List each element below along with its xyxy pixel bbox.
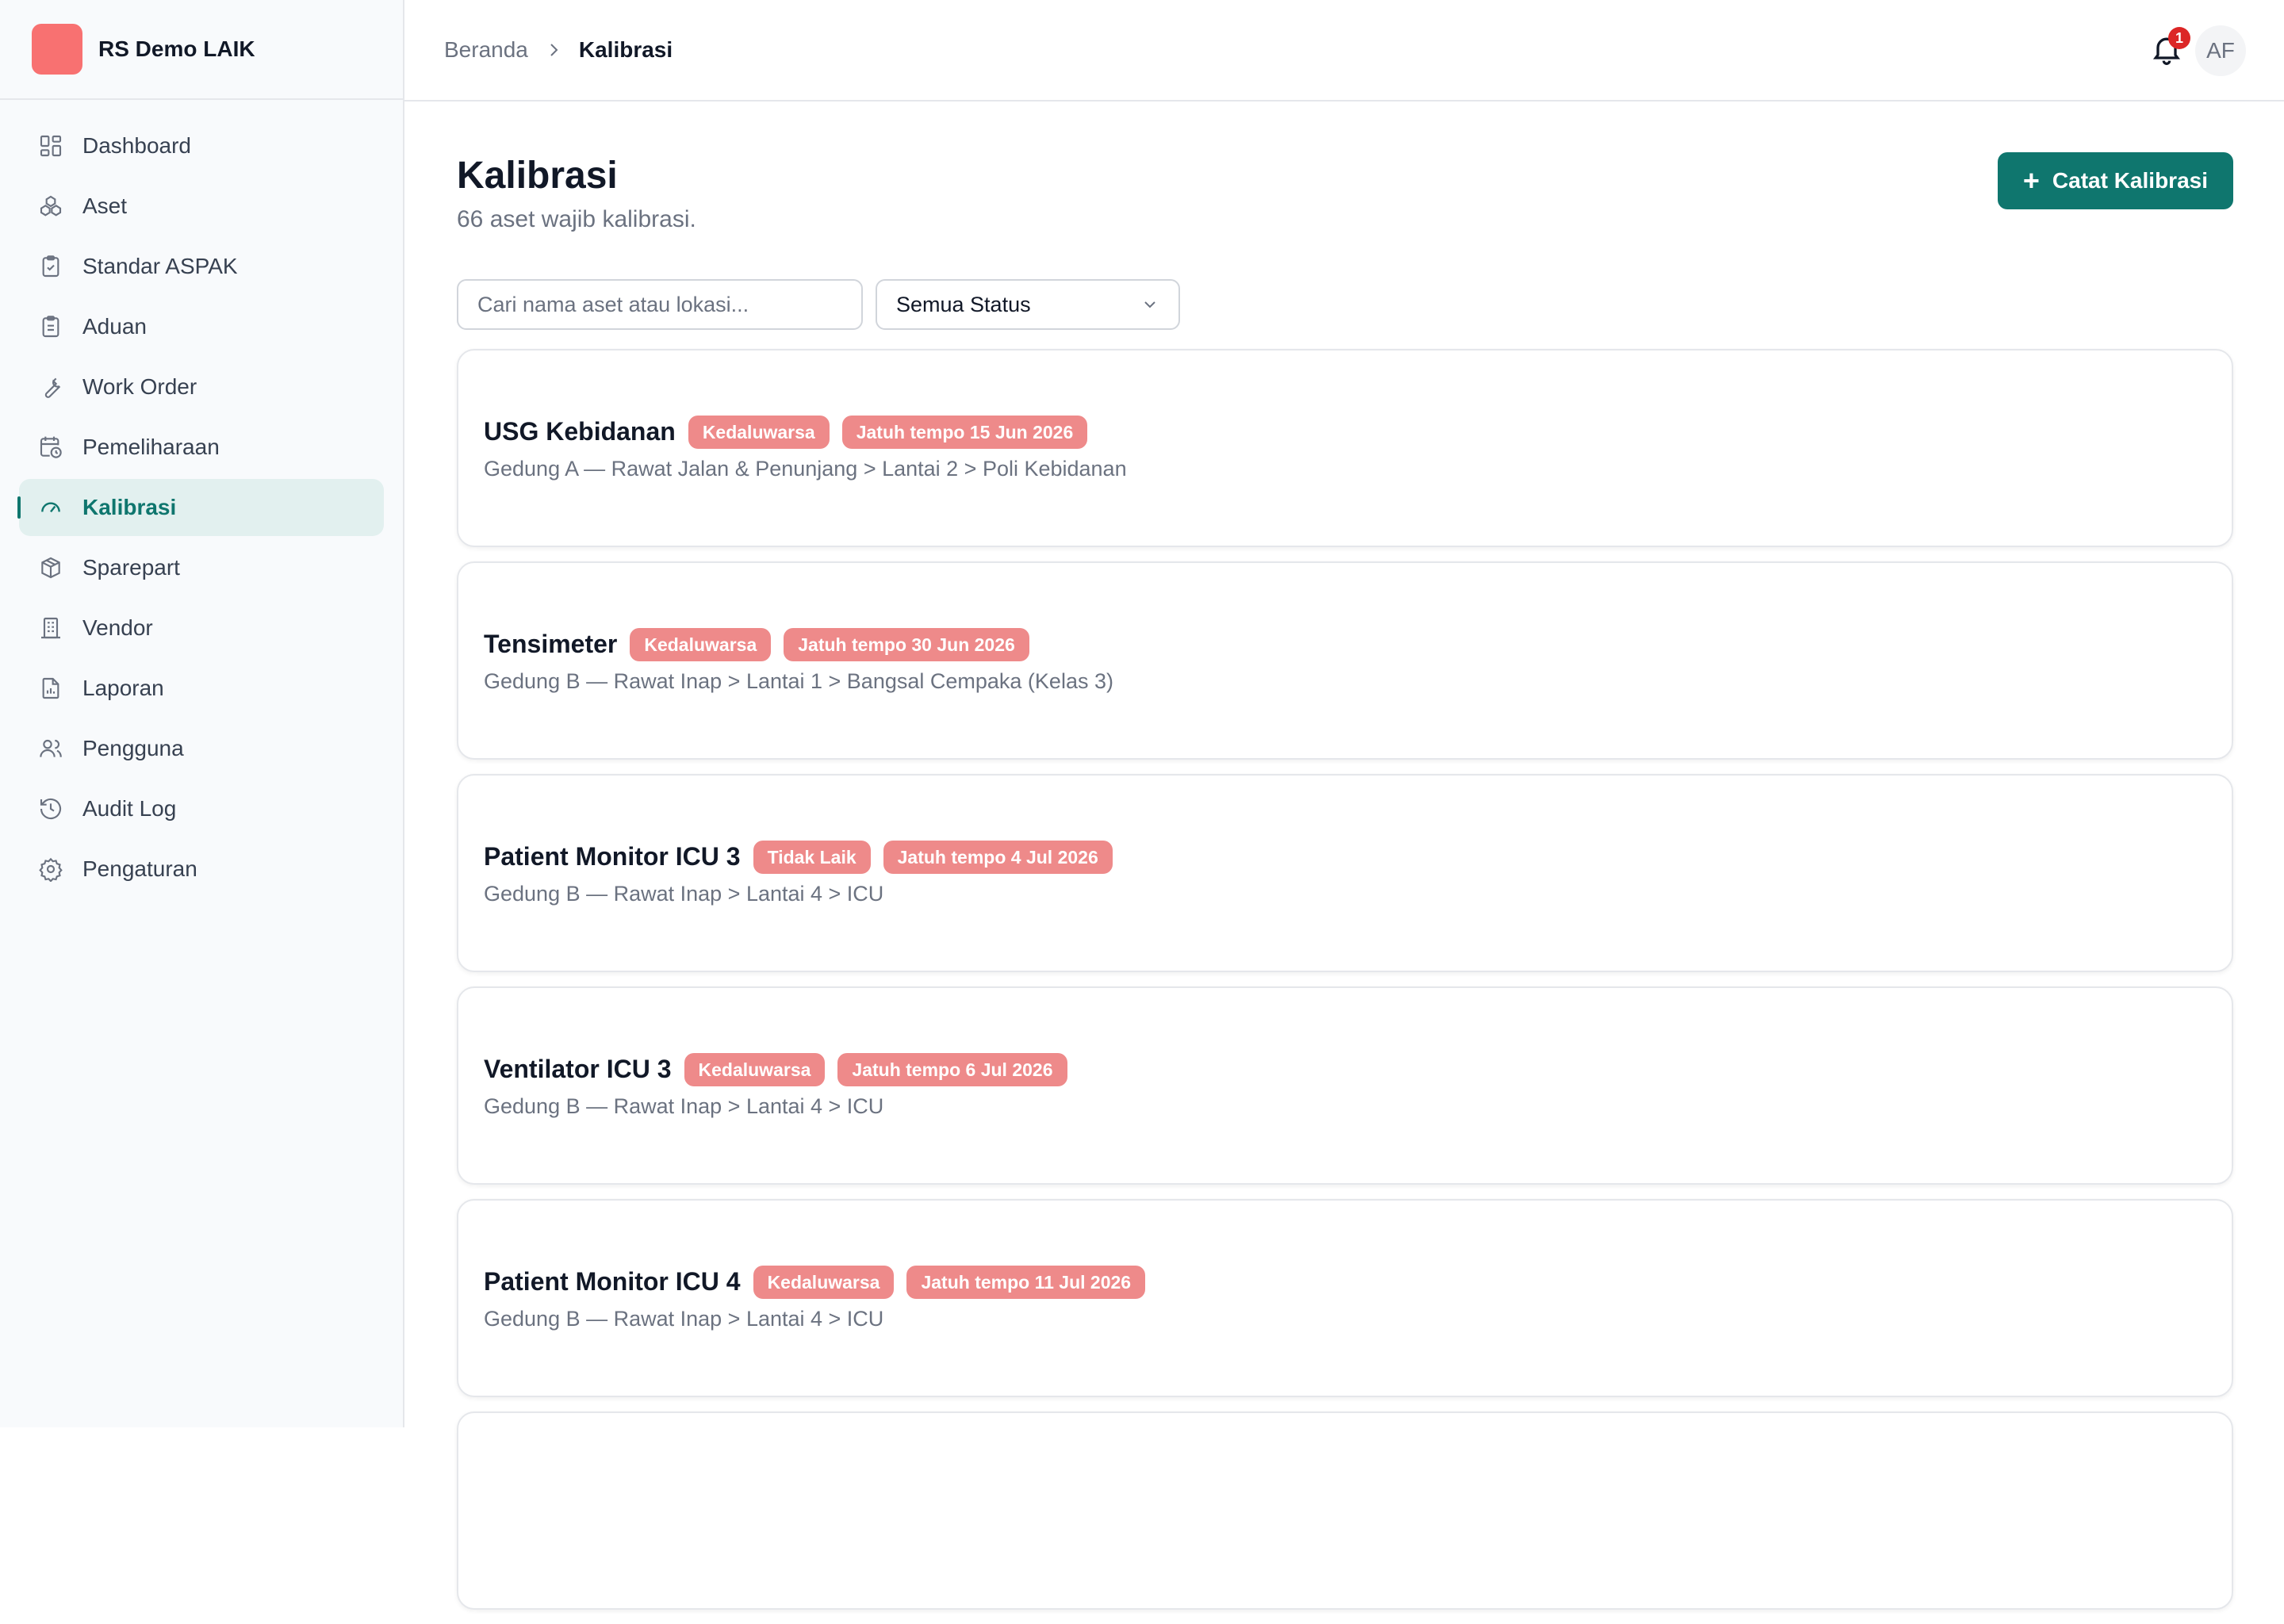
status-badge: Tidak Laik <box>753 840 871 874</box>
bell-icon <box>2149 37 2184 70</box>
sidebar-item-pengguna[interactable]: Pengguna <box>19 720 384 777</box>
avatar[interactable]: AF <box>2195 25 2246 76</box>
asset-card[interactable] <box>457 1411 2233 1610</box>
due-date-badge: Jatuh tempo 11 Jul 2026 <box>906 1265 1146 1299</box>
asset-card[interactable]: Patient Monitor ICU 3 Tidak Laik Jatuh t… <box>457 774 2233 972</box>
sidebar-item-label: Aduan <box>82 314 147 339</box>
sidebar-item-work-order[interactable]: Work Order <box>19 358 384 416</box>
breadcrumb: Beranda Kalibrasi <box>444 37 673 63</box>
sidebar-item-kalibrasi[interactable]: Kalibrasi <box>17 479 384 536</box>
clipboard-check-icon <box>38 254 63 279</box>
sidebar-item-pengaturan[interactable]: Pengaturan <box>19 841 384 898</box>
add-calibration-button[interactable]: + Catat Kalibrasi <box>1997 152 2233 209</box>
users-icon <box>38 736 63 761</box>
wrench-icon <box>38 374 63 400</box>
breadcrumb-current: Kalibrasi <box>578 37 673 62</box>
assets-icon <box>38 193 63 219</box>
sidebar-item-label: Laporan <box>82 676 164 700</box>
topbar: Beranda Kalibrasi 1 AF <box>404 0 2284 102</box>
asset-location: Gedung B — Rawat Inap > Lantai 4 > ICU <box>484 1306 884 1331</box>
notification-badge: 1 <box>2168 27 2190 49</box>
sidebar: RS Demo LAIK Dashboard Aset Standar ASPA… <box>0 0 404 1427</box>
status-filter-select[interactable]: Semua Status <box>876 279 1180 330</box>
status-badge: Kedaluwarsa <box>753 1265 895 1299</box>
sidebar-item-label: Standar ASPAK <box>82 254 238 278</box>
asset-location: Gedung A — Rawat Jalan & Penunjang > Lan… <box>484 456 1127 481</box>
status-badge: Kedaluwarsa <box>630 627 772 661</box>
sidebar-item-standar-aspak[interactable]: Standar ASPAK <box>19 238 384 295</box>
status-badge: Kedaluwarsa <box>684 1052 826 1086</box>
due-date-badge: Jatuh tempo 4 Jul 2026 <box>883 840 1113 874</box>
asset-list: USG Kebidanan Kedaluwarsa Jatuh tempo 15… <box>457 349 2233 1624</box>
sidebar-item-label: Kalibrasi <box>82 495 177 519</box>
sidebar-item-label: Vendor <box>82 615 153 640</box>
sidebar-item-vendor[interactable]: Vendor <box>19 599 384 657</box>
asset-card[interactable]: Tensimeter Kedaluwarsa Jatuh tempo 30 Ju… <box>457 561 2233 760</box>
settings-icon <box>38 856 63 883</box>
history-icon <box>38 796 63 822</box>
calendar-clock-icon <box>38 435 63 460</box>
sidebar-item-pemeliharaan[interactable]: Pemeliharaan <box>19 419 384 476</box>
clipboard-list-icon <box>38 314 63 339</box>
asset-name: Tensimeter <box>484 630 618 658</box>
sidebar-item-label: Aset <box>82 193 128 218</box>
due-date-badge: Jatuh tempo 15 Jun 2026 <box>841 415 1088 449</box>
report-icon <box>38 676 63 701</box>
sidebar-item-dashboard[interactable]: Dashboard <box>19 117 384 174</box>
search-input[interactable] <box>457 279 863 330</box>
plus-icon: + <box>2022 164 2040 197</box>
building-icon <box>38 615 63 641</box>
sidebar-item-aset[interactable]: Aset <box>19 178 384 235</box>
sidebar-nav: Dashboard Aset Standar ASPAK Aduan Work … <box>0 100 403 898</box>
sidebar-item-label: Sparepart <box>82 555 180 580</box>
due-date-badge: Jatuh tempo 6 Jul 2026 <box>837 1052 1067 1086</box>
sidebar-item-laporan[interactable]: Laporan <box>19 660 384 717</box>
sidebar-item-label: Pemeliharaan <box>82 435 220 459</box>
due-date-badge: Jatuh tempo 30 Jun 2026 <box>784 627 1029 661</box>
asset-location: Gedung B — Rawat Inap > Lantai 1 > Bangs… <box>484 668 1113 693</box>
sidebar-item-label: Pengaturan <box>82 856 197 881</box>
sidebar-item-sparepart[interactable]: Sparepart <box>19 539 384 596</box>
asset-card[interactable]: USG Kebidanan Kedaluwarsa Jatuh tempo 15… <box>457 349 2233 547</box>
chevron-down-icon <box>1144 301 1155 308</box>
asset-card[interactable]: Ventilator ICU 3 Kedaluwarsa Jatuh tempo… <box>457 986 2233 1185</box>
notification-button[interactable]: 1 <box>2149 27 2190 70</box>
sidebar-item-label: Work Order <box>82 374 197 399</box>
asset-card[interactable]: Patient Monitor ICU 4 Kedaluwarsa Jatuh … <box>457 1199 2233 1397</box>
asset-name: Patient Monitor ICU 4 <box>484 1267 741 1296</box>
add-calibration-label: Catat Kalibrasi <box>2052 168 2208 193</box>
brand-logo <box>32 24 82 75</box>
status-filter-value: Semua Status <box>896 292 1031 316</box>
brand-name: RS Demo LAIK <box>98 36 255 61</box>
chevron-right-icon <box>550 44 558 56</box>
sidebar-item-label: Audit Log <box>82 796 177 821</box>
page-title: Kalibrasi <box>457 155 618 197</box>
gauge-icon <box>38 495 63 520</box>
page-subtitle: 66 aset wajib kalibrasi. <box>457 206 696 232</box>
status-badge: Kedaluwarsa <box>688 415 830 449</box>
asset-name: USG Kebidanan <box>484 417 676 446</box>
asset-name: Ventilator ICU 3 <box>484 1055 672 1083</box>
asset-location: Gedung B — Rawat Inap > Lantai 4 > ICU <box>484 1094 884 1118</box>
dashboard-icon <box>38 133 63 159</box>
sidebar-item-audit-log[interactable]: Audit Log <box>19 780 384 837</box>
asset-name: Patient Monitor ICU 3 <box>484 842 741 871</box>
sidebar-item-aduan[interactable]: Aduan <box>19 298 384 355</box>
package-icon <box>38 555 63 580</box>
breadcrumb-home[interactable]: Beranda <box>444 37 528 63</box>
sidebar-item-label: Pengguna <box>82 736 184 760</box>
sidebar-item-label: Dashboard <box>82 133 191 158</box>
asset-location: Gedung B — Rawat Inap > Lantai 4 > ICU <box>484 881 884 906</box>
brand[interactable]: RS Demo LAIK <box>0 0 403 100</box>
